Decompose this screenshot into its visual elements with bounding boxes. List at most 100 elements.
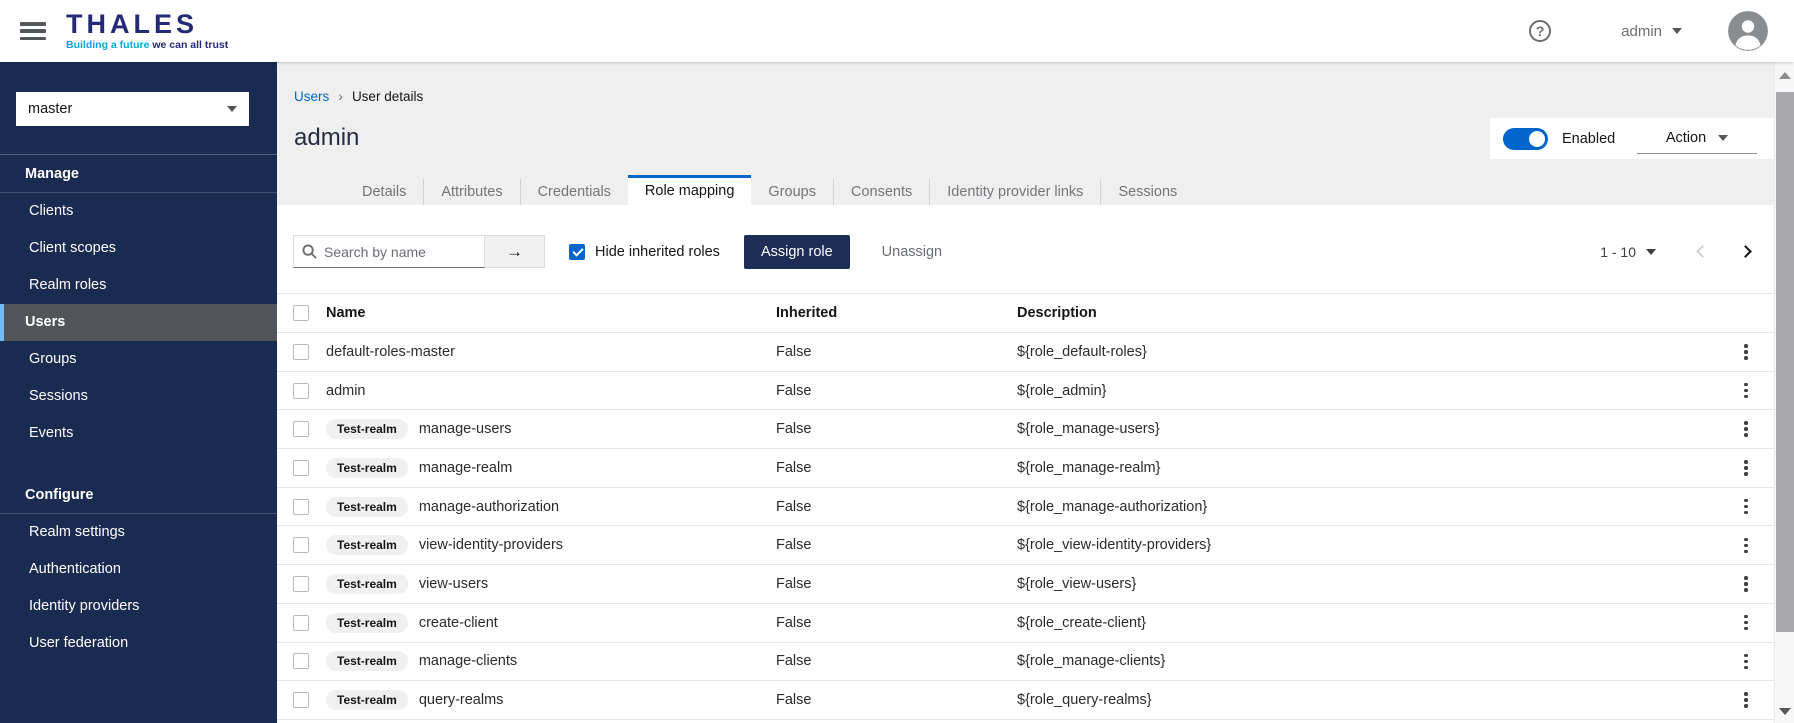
- help-icon[interactable]: ?: [1529, 20, 1552, 42]
- description-value: ${role_manage-users}: [1017, 421, 1160, 438]
- inherited-value: False: [776, 421, 812, 438]
- enabled-toggle[interactable]: [1503, 127, 1548, 150]
- role-name: create-client: [418, 614, 498, 631]
- row-kebab-menu-icon[interactable]: [1736, 611, 1756, 635]
- row-kebab-menu-icon[interactable]: [1736, 495, 1756, 519]
- user-menu[interactable]: admin: [1621, 23, 1682, 40]
- page-header: Users › User details admin Enabled Actio…: [277, 62, 1774, 205]
- pagination-prev-button[interactable]: [1696, 245, 1709, 258]
- breadcrumb-separator-icon: ›: [338, 88, 343, 104]
- row-checkbox[interactable]: [293, 614, 309, 631]
- row-checkbox[interactable]: [293, 421, 309, 438]
- tab-groups[interactable]: Groups: [751, 179, 833, 205]
- user-action-box: Enabled Action: [1490, 118, 1774, 159]
- inherited-value: False: [776, 692, 812, 709]
- breadcrumb-users-link[interactable]: Users: [294, 89, 329, 104]
- row-kebab-menu-icon[interactable]: [1736, 456, 1756, 480]
- description-value: ${role_query-realms}: [1017, 692, 1152, 709]
- realm-badge: Test-realm: [326, 651, 408, 672]
- scroll-up-icon[interactable]: [1779, 72, 1791, 79]
- description-value: ${role_admin}: [1017, 382, 1107, 399]
- hide-inherited-checkbox-group[interactable]: Hide inherited roles: [569, 243, 720, 260]
- row-checkbox[interactable]: [293, 537, 309, 554]
- username: admin: [1621, 22, 1662, 40]
- hide-inherited-checkbox[interactable]: [569, 243, 585, 260]
- search-input[interactable]: [293, 235, 485, 268]
- description-value: ${role_create-client}: [1017, 614, 1146, 631]
- tab-sessions[interactable]: Sessions: [1100, 179, 1194, 205]
- enabled-toggle-label: Enabled: [1562, 130, 1616, 147]
- sidebar-item-events[interactable]: Events: [0, 415, 277, 452]
- row-checkbox[interactable]: [293, 575, 309, 592]
- tab-details[interactable]: Details: [345, 179, 423, 205]
- scroll-down-icon[interactable]: [1779, 708, 1791, 715]
- row-checkbox[interactable]: [293, 382, 309, 399]
- sidebar-item-user-federation[interactable]: User federation: [0, 625, 277, 662]
- tab-role-mapping[interactable]: Role mapping: [627, 175, 752, 205]
- sidebar-item-authentication[interactable]: Authentication: [0, 551, 277, 588]
- realm-badge: Test-realm: [326, 457, 408, 478]
- sidebar-item-realm-settings[interactable]: Realm settings: [0, 514, 277, 551]
- role-name: default-roles-master: [326, 343, 455, 360]
- sidebar-item-users[interactable]: Users: [0, 304, 277, 341]
- role-name-cell: Test-realm view-identity-providers: [326, 535, 776, 556]
- row-kebab-menu-icon[interactable]: [1736, 340, 1756, 364]
- row-kebab-menu-icon[interactable]: [1736, 534, 1756, 558]
- search-submit-button[interactable]: →: [485, 235, 545, 268]
- hamburger-menu-icon[interactable]: [20, 22, 46, 40]
- scrollbar-thumb[interactable]: [1776, 92, 1794, 632]
- avatar[interactable]: [1728, 11, 1768, 51]
- row-checkbox[interactable]: [293, 653, 309, 670]
- main-content: Users › User details admin Enabled Actio…: [277, 62, 1774, 723]
- sidebar-item-identity-providers[interactable]: Identity providers: [0, 588, 277, 625]
- vertical-scrollbar[interactable]: [1774, 62, 1794, 723]
- role-name: view-identity-providers: [418, 537, 564, 554]
- sidebar-item-groups[interactable]: Groups: [0, 341, 277, 378]
- row-kebab-menu-icon[interactable]: [1736, 572, 1756, 596]
- role-name-cell: Test-realm create-client: [326, 612, 776, 633]
- unassign-button[interactable]: Unassign: [882, 244, 942, 260]
- sidebar-item-sessions[interactable]: Sessions: [0, 378, 277, 415]
- row-kebab-menu-icon[interactable]: [1736, 688, 1756, 712]
- action-dropdown[interactable]: Action: [1637, 124, 1757, 154]
- action-dropdown-label: Action: [1665, 130, 1707, 146]
- description-value: ${role_view-users}: [1017, 575, 1137, 592]
- realm-select[interactable]: master: [16, 92, 249, 126]
- inherited-value: False: [776, 614, 812, 631]
- assign-role-button[interactable]: Assign role: [743, 234, 850, 269]
- select-all-checkbox[interactable]: [293, 305, 309, 321]
- sidebar-item-client-scopes[interactable]: Client scopes: [0, 230, 277, 267]
- tab-attributes[interactable]: Attributes: [423, 179, 519, 205]
- tab-credentials[interactable]: Credentials: [519, 179, 628, 205]
- search-group: →: [293, 235, 545, 268]
- row-checkbox[interactable]: [293, 498, 309, 515]
- row-kebab-menu-icon[interactable]: [1736, 650, 1756, 674]
- row-checkbox[interactable]: [293, 692, 309, 709]
- sidebar-item-realm-roles[interactable]: Realm roles: [0, 267, 277, 304]
- tab-consents[interactable]: Consents: [832, 179, 929, 205]
- row-kebab-menu-icon[interactable]: [1736, 379, 1756, 403]
- breadcrumb: Users › User details: [277, 62, 1774, 104]
- row-checkbox[interactable]: [293, 343, 309, 360]
- realm-badge: Test-realm: [326, 419, 408, 440]
- tab-identity-provider-links[interactable]: Identity provider links: [929, 179, 1100, 205]
- nav-section-label-manage: Manage: [0, 155, 277, 193]
- row-checkbox[interactable]: [293, 459, 309, 476]
- hide-inherited-label: Hide inherited roles: [595, 243, 720, 260]
- role-name-cell: admin: [326, 383, 776, 399]
- tab-content: → Hide inherited roles Assign role Unass…: [277, 205, 1774, 723]
- pagination: 1 - 10: [1600, 244, 1752, 260]
- table-body: default-roles-master False ${role_default-…: [277, 333, 1774, 720]
- table-row: Test-realm query-realms False ${role_query-…: [277, 681, 1774, 720]
- realm-badge: Test-realm: [326, 535, 408, 556]
- pagination-range-dropdown[interactable]: 1 - 10: [1600, 244, 1656, 260]
- role-name: manage-clients: [418, 653, 518, 670]
- description-value: ${role_view-identity-providers}: [1017, 537, 1212, 554]
- nav-section-manage: Manage Clients Client scopes Realm roles Use…: [0, 155, 277, 452]
- row-kebab-menu-icon[interactable]: [1736, 417, 1756, 441]
- roles-table: Name Inherited Description default-roles…: [277, 293, 1774, 720]
- description-value: ${role_manage-realm}: [1017, 459, 1161, 476]
- table-row: Test-realm create-client False ${role_creat…: [277, 604, 1774, 643]
- sidebar-item-clients[interactable]: Clients: [0, 193, 277, 230]
- pagination-next-button[interactable]: [1739, 245, 1752, 258]
